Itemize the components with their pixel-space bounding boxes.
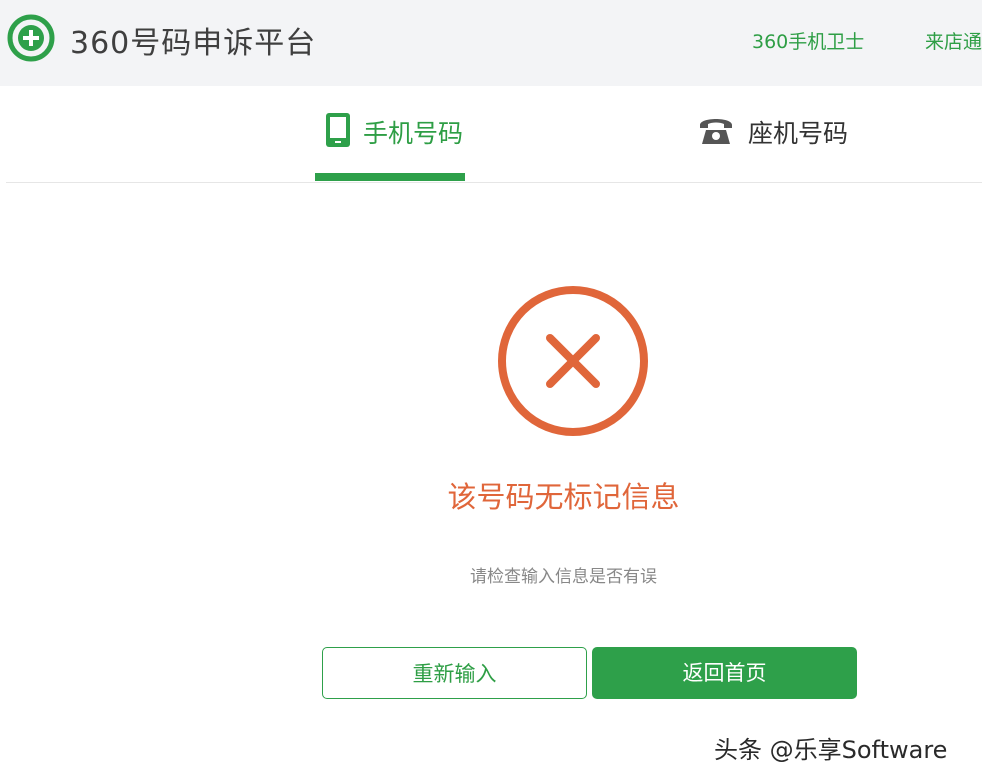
plus-circle-icon[interactable] (6, 13, 56, 63)
error-x-circle-icon (498, 286, 648, 436)
phone-type-tabs: 手机号码 座机号码 (6, 86, 982, 183)
nav-link-laidiantong[interactable]: 来店通 (925, 27, 982, 54)
tab-label-mobile: 手机号码 (363, 119, 464, 148)
re-enter-button[interactable]: 重新输入 (322, 647, 587, 699)
header-bar: 360号码申诉平台 360手机卫士 来店通 (0, 0, 982, 86)
nav-link-360-mobile-guard[interactable]: 360手机卫士 (752, 27, 864, 54)
tab-label-landline: 座机号码 (748, 119, 849, 148)
watermark-text: 头条 @乐享Software (714, 736, 948, 764)
tab-mobile-number[interactable]: 手机号码 (315, 86, 465, 182)
result-title: 该号码无标记信息 (447, 480, 680, 514)
brand-title[interactable]: 360号码申诉平台 (70, 18, 316, 62)
active-tab-indicator (315, 173, 465, 181)
tab-landline-number[interactable]: 座机号码 (696, 86, 866, 182)
mobile-phone-icon (326, 113, 350, 147)
telephone-icon (700, 119, 732, 144)
return-home-button[interactable]: 返回首页 (592, 647, 857, 699)
result-subtitle: 请检查输入信息是否有误 (470, 567, 657, 587)
